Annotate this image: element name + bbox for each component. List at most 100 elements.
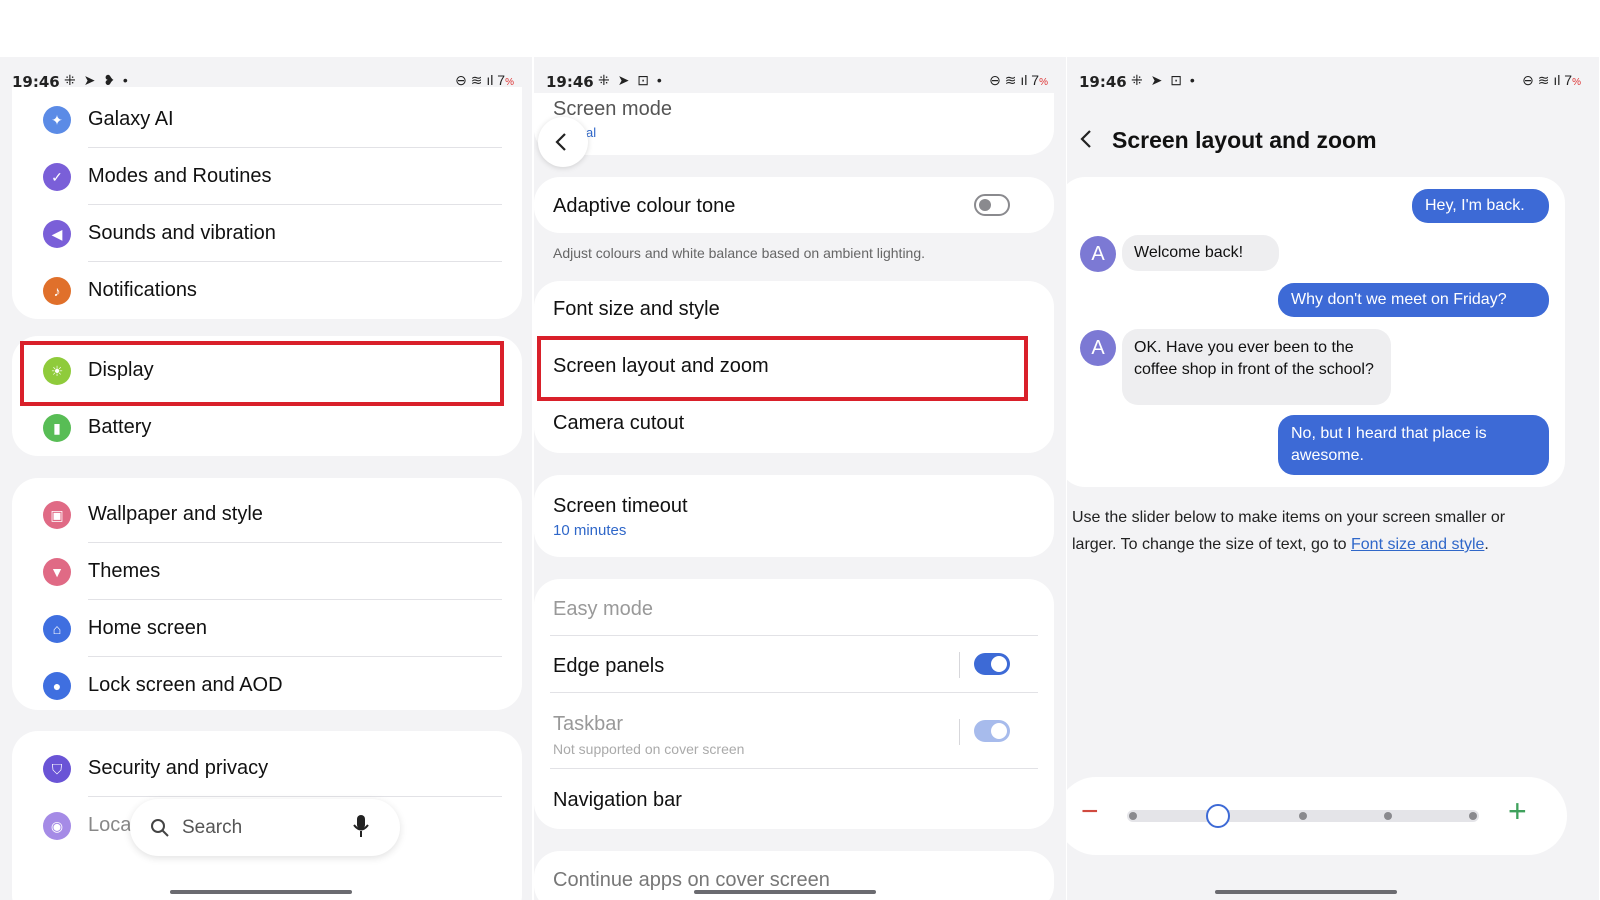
brush-icon: ▼ — [43, 558, 71, 586]
avatar: A — [1080, 236, 1116, 272]
settings-item-security[interactable]: ⛉ Security and privacy — [12, 740, 522, 797]
settings-item-notifications[interactable]: ♪ Notifications — [12, 262, 522, 319]
taskbar-label: Taskbar — [553, 713, 624, 735]
chat-bubble-out: Hey, I'm back. — [1412, 189, 1549, 223]
zoom-slider-step[interactable] — [1129, 812, 1137, 820]
status-bar: 19:46 ⁜ ➤ ⊡ • ⊖ ≋ ıl 7% — [1067, 71, 1599, 93]
lock-icon: ● — [43, 672, 71, 700]
zoom-slider-step[interactable] — [1469, 812, 1477, 820]
zoom-slider-card: − + — [1067, 777, 1567, 855]
highlight-box — [20, 341, 504, 406]
back-button[interactable] — [1073, 123, 1101, 155]
chevron-left-icon — [555, 133, 566, 151]
settings-item-label: Galaxy AI — [88, 108, 174, 130]
home-indicator — [694, 890, 876, 894]
settings-item-label: Themes — [88, 560, 161, 582]
zoom-slider-track[interactable] — [1127, 804, 1479, 828]
adaptive-colour-toggle[interactable] — [974, 194, 1010, 216]
zoom-slider-step[interactable] — [1384, 812, 1392, 820]
settings-item-label: Lock screen and AOD — [88, 674, 283, 696]
back-button[interactable] — [538, 117, 588, 167]
battery-level: 7 — [1031, 72, 1040, 88]
system-icons: ⊖ ≋ ıl 7% — [989, 72, 1048, 88]
chat-bubble-out: No, but I heard that place is awesome. — [1278, 415, 1549, 475]
navigation-bar-item[interactable]: Navigation bar — [534, 769, 1054, 826]
display-settings-panel: 19:46 ⁜ ➤ ⊡ • ⊖ ≋ ıl 7% Screen mode al A… — [534, 57, 1066, 900]
page-title: Screen layout and zoom — [1112, 127, 1377, 153]
settings-item-themes[interactable]: ▼ Themes — [12, 543, 522, 600]
system-icons: ⊖ ≋ ıl 7% — [1522, 72, 1581, 88]
battery-percent: % — [1572, 77, 1581, 88]
settings-item-galaxy-ai[interactable]: ✦ Galaxy AI — [12, 91, 522, 148]
battery-percent: % — [1039, 77, 1048, 88]
easy-mode-item[interactable]: Easy mode — [534, 579, 1054, 636]
edge-panels-label: Edge panels — [553, 655, 665, 677]
camera-cutout-label: Camera cutout — [553, 412, 685, 434]
chat-bubble-in: OK. Have you ever been to the coffee sho… — [1122, 329, 1391, 405]
edge-panels-item[interactable]: Edge panels — [534, 636, 1054, 693]
shield-icon: ⛉ — [43, 755, 71, 783]
settings-item-wallpaper[interactable]: ▣ Wallpaper and style — [12, 486, 522, 543]
settings-item-label: Notifications — [88, 279, 197, 301]
settings-item-lock-screen[interactable]: ● Lock screen and AOD — [12, 657, 522, 714]
screen-timeout-value: 10 minutes — [553, 522, 627, 539]
chat-bubble-in: Welcome back! — [1122, 235, 1279, 271]
search-placeholder: Search — [182, 817, 243, 838]
image-icon: ▣ — [43, 501, 71, 529]
home-indicator — [170, 890, 352, 894]
settings-item-label: Modes and Routines — [88, 165, 272, 187]
taskbar-item[interactable]: Taskbar Not supported on cover screen — [534, 693, 1054, 769]
camera-cutout-item[interactable]: Camera cutout — [534, 395, 1054, 452]
microphone-icon[interactable] — [352, 814, 370, 840]
edge-panels-toggle[interactable] — [974, 653, 1010, 675]
font-size-label: Font size and style — [553, 298, 720, 320]
battery-icon: ▮ — [43, 414, 71, 442]
home-icon: ⌂ — [43, 615, 71, 643]
settings-item-label: Security and privacy — [88, 757, 269, 779]
settings-group-3: ▣ Wallpaper and style ▼ Themes ⌂ Home sc… — [12, 478, 522, 710]
chat-bubble-out: Why don't we meet on Friday? — [1278, 283, 1549, 317]
location-icon: ◉ — [43, 812, 71, 840]
screen-timeout-item[interactable]: Screen timeout 10 minutes — [534, 475, 1054, 557]
sparkle-icon: ✦ — [43, 106, 71, 134]
navigation-bar-label: Navigation bar — [553, 789, 682, 811]
avatar: A — [1080, 330, 1116, 366]
adaptive-colour-description: Adjust colours and white balance based o… — [553, 245, 926, 261]
status-time: 19:46 — [1079, 73, 1127, 91]
settings-item-label: Sounds and vibration — [88, 222, 276, 244]
adaptive-colour-card[interactable]: Adaptive colour tone — [534, 177, 1054, 233]
zoom-slider-thumb[interactable] — [1206, 804, 1230, 828]
adaptive-colour-label: Adaptive colour tone — [553, 195, 736, 217]
settings-item-modes-routines[interactable]: ✓ Modes and Routines — [12, 148, 522, 205]
screen-root: 19:46 ⁜ ➤ ❥ • ⊖ ≋ ıl 7% ✦ Galaxy AI ✓ Mo… — [0, 0, 1600, 900]
check-circle-icon: ✓ — [43, 163, 71, 191]
zoom-out-button[interactable]: − — [1081, 795, 1099, 829]
home-indicator — [1215, 890, 1397, 894]
settings-item-sounds[interactable]: ◀ Sounds and vibration — [12, 205, 522, 262]
chevron-left-icon — [1080, 130, 1091, 148]
settings-main-panel: 19:46 ⁜ ➤ ❥ • ⊖ ≋ ıl 7% ✦ Galaxy AI ✓ Mo… — [0, 57, 532, 900]
screen-layout-zoom-panel: 19:46 ⁜ ➤ ⊡ • ⊖ ≋ ıl 7% Screen layout an… — [1067, 57, 1599, 900]
search-bar[interactable]: Search — [130, 799, 400, 856]
preview-card: Hey, I'm back. A Welcome back! Why don't… — [1067, 177, 1565, 487]
easy-mode-label: Easy mode — [553, 598, 654, 620]
battery-level: 7 — [1564, 72, 1573, 88]
settings-item-label: Wallpaper and style — [88, 503, 263, 525]
speaker-icon: ◀ — [43, 220, 71, 248]
zoom-slider-step[interactable] — [1299, 812, 1307, 820]
notification-icons: ⁜ ➤ ⊡ • — [598, 72, 664, 88]
settings-item-battery[interactable]: ▮ Battery — [12, 399, 522, 456]
settings-item-label: Battery — [88, 416, 152, 438]
search-icon — [151, 819, 169, 837]
taskbar-toggle[interactable] — [974, 720, 1010, 742]
settings-item-home-screen[interactable]: ⌂ Home screen — [12, 600, 522, 657]
settings-item-label: Home screen — [88, 617, 207, 639]
screen-mode-card[interactable]: Screen mode al — [534, 93, 1054, 155]
extras-card: Easy mode Edge panels Taskbar Not suppor… — [534, 579, 1054, 829]
battery-level: 7 — [497, 72, 506, 88]
font-size-link[interactable]: Font size and style — [1351, 536, 1484, 553]
highlight-box — [537, 336, 1028, 401]
font-size-item[interactable]: Font size and style — [534, 281, 1054, 338]
screen-timeout-label: Screen timeout — [553, 495, 688, 517]
zoom-in-button[interactable]: + — [1508, 793, 1527, 830]
